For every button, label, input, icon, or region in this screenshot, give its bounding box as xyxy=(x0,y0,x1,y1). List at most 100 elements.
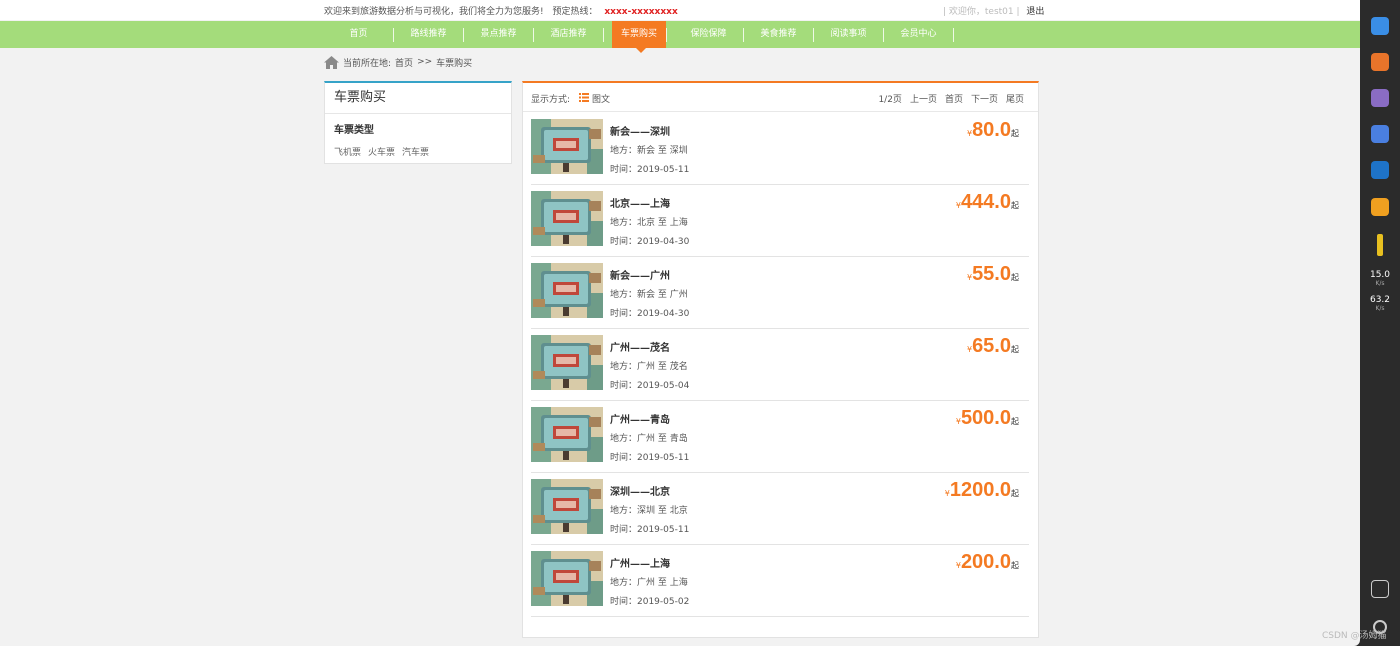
ticket-thumbnail[interactable] xyxy=(531,263,603,318)
logout-link[interactable]: 退出 xyxy=(1026,7,1044,17)
ticket-title[interactable]: 广州——上海 xyxy=(610,555,670,570)
hotline-number: xxxx-xxxxxxxx xyxy=(604,7,678,17)
breadcrumb-home[interactable]: 首页 xyxy=(395,56,413,69)
download-speed-value: 63.2 xyxy=(1369,295,1391,305)
ticket-price: ¥500.0起 xyxy=(956,407,1019,430)
upload-speed: 15.0 K/s xyxy=(1360,270,1400,287)
welcome-message: 欢迎来到旅游数据分析与可视化，我们将全力为您服务! 预定热线： xxxx-xxx… xyxy=(324,4,678,17)
nav-item[interactable]: 景点推荐 xyxy=(464,21,534,48)
ticket-row[interactable]: 广州——青岛 地方：广州 至 青岛 时间：2019-05-11 ¥500.0起 xyxy=(531,401,1029,473)
welcome-text: 欢迎来到旅游数据分析与可视化，我们将全力为您服务! xyxy=(324,7,544,17)
breadcrumb-current: 车票购买 xyxy=(436,58,473,69)
tag-icon[interactable] xyxy=(1371,17,1389,35)
price-suffix: 起 xyxy=(1011,345,1019,354)
breadcrumb-separator: >> xyxy=(417,57,433,67)
copilot-icon[interactable] xyxy=(1371,125,1389,143)
ticket-row[interactable]: 新会——广州 地方：新会 至 广州 时间：2019-04-30 ¥55.0起 xyxy=(531,257,1029,329)
ticket-route: 地方：新会 至 广州 xyxy=(610,290,688,300)
ticket-title[interactable]: 北京——上海 xyxy=(610,195,670,210)
ticket-route: 地方：新会 至 深圳 xyxy=(610,146,688,156)
screenshot-icon[interactable] xyxy=(1371,580,1389,598)
ticket-thumbnail[interactable] xyxy=(531,119,603,174)
ticket-title[interactable]: 深圳——北京 xyxy=(610,483,670,498)
nav-item[interactable]: 车票购买 xyxy=(612,21,667,53)
ticket-list: 新会——深圳 地方：新会 至 深圳 时间：2019-05-11 ¥80.0起 北… xyxy=(531,113,1029,617)
last-page-link[interactable]: 尾页 xyxy=(1006,92,1024,105)
price-suffix: 起 xyxy=(1011,561,1019,570)
list-icon[interactable] xyxy=(579,92,590,105)
ticket-date: 时间：2019-05-04 xyxy=(610,381,690,391)
ticket-thumbnail[interactable] xyxy=(531,407,603,462)
ticket-list-panel: 显示方式: 图文 1/2页 上一页 首页 下一页 尾页 新会——深圳 地方：新会… xyxy=(522,81,1039,638)
nav-item[interactable]: 首页 xyxy=(324,21,394,48)
ticket-thumbnail[interactable] xyxy=(531,479,603,534)
price-value: 500.0 xyxy=(960,407,1011,429)
ticket-price: ¥444.0起 xyxy=(956,191,1019,214)
pagination: 1/2页 上一页 首页 下一页 尾页 xyxy=(878,92,1024,105)
price-suffix: 起 xyxy=(1011,489,1019,498)
sidebar-title: 车票购买 xyxy=(325,83,511,114)
nav-items: 首页 路线推荐 景点推荐 酒店推荐 车票购买 保险保障 美食推荐 阅读事项 会员中心 xyxy=(324,21,954,53)
people-icon[interactable] xyxy=(1371,89,1389,107)
sidebar-subtitle: 车票类型 xyxy=(334,125,374,136)
download-speed: 63.2 K/s xyxy=(1360,295,1400,312)
ticket-row[interactable]: 广州——茂名 地方：广州 至 茂名 时间：2019-05-04 ¥65.0起 xyxy=(531,329,1029,401)
outlook-icon[interactable] xyxy=(1371,161,1389,179)
ticket-row[interactable]: 深圳——北京 地方：深圳 至 北京 时间：2019-05-11 ¥1200.0起 xyxy=(531,473,1029,545)
ticket-date: 时间：2019-05-02 xyxy=(610,597,690,607)
nav-item[interactable]: 阅读事项 xyxy=(814,21,884,48)
ticket-price: ¥65.0起 xyxy=(967,335,1019,358)
ticket-thumbnail-art xyxy=(531,551,603,606)
divider xyxy=(523,111,1038,112)
ticket-price: ¥1200.0起 xyxy=(945,479,1019,502)
nav-item[interactable]: 酒店推荐 xyxy=(534,21,604,48)
shield-icon[interactable] xyxy=(1371,198,1389,216)
hotline-label: 预定热线： xyxy=(552,7,598,17)
ticket-thumbnail[interactable] xyxy=(531,551,603,606)
breadcrumb-prefix: 当前所在地: xyxy=(343,58,392,69)
price-suffix: 起 xyxy=(1011,417,1019,426)
ticket-thumbnail-art xyxy=(531,335,603,390)
ticket-thumbnail-art xyxy=(531,263,603,318)
first-page-link[interactable]: 首页 xyxy=(945,92,963,105)
display-toolbar: 显示方式: 图文 xyxy=(531,92,610,105)
page-info: 1/2页 xyxy=(878,95,902,105)
ticket-thumbnail-art xyxy=(531,407,603,462)
ticket-thumbnail-art xyxy=(531,191,603,246)
nav-item[interactable]: 会员中心 xyxy=(884,21,954,48)
nav-item[interactable]: 保险保障 xyxy=(674,21,744,48)
ticket-type-flight[interactable]: 飞机票 xyxy=(334,145,361,158)
right-side-dock: 15.0 K/s 63.2 K/s xyxy=(1360,0,1400,646)
ticket-row[interactable]: 新会——深圳 地方：新会 至 深圳 时间：2019-05-11 ¥80.0起 xyxy=(531,113,1029,185)
nav-item[interactable]: 美食推荐 xyxy=(744,21,814,48)
browser-page: 欢迎来到旅游数据分析与可视化，我们将全力为您服务! 预定热线： xxxx-xxx… xyxy=(0,0,1360,646)
top-bar: 欢迎来到旅游数据分析与可视化，我们将全力为您服务! 预定热线： xxxx-xxx… xyxy=(0,0,1360,20)
ticket-title[interactable]: 广州——青岛 xyxy=(610,411,670,426)
ticket-thumbnail-art xyxy=(531,119,603,174)
nav-item[interactable]: 路线推荐 xyxy=(394,21,464,48)
ticket-type-bus[interactable]: 汽车票 xyxy=(402,145,429,158)
ticket-thumbnail[interactable] xyxy=(531,191,603,246)
ticket-date: 时间：2019-05-11 xyxy=(610,453,690,463)
price-suffix: 起 xyxy=(1011,201,1019,210)
display-mode-label[interactable]: 图文 xyxy=(592,92,610,105)
breadcrumb: 当前所在地: 首页 >> 车票购买 xyxy=(324,55,476,69)
ticket-title[interactable]: 广州——茂名 xyxy=(610,339,670,354)
ticket-row[interactable]: 广州——上海 地方：广州 至 上海 时间：2019-05-02 ¥200.0起 xyxy=(531,545,1029,617)
briefcase-icon[interactable] xyxy=(1371,53,1389,71)
prev-page-link[interactable]: 上一页 xyxy=(910,92,937,105)
user-bar: | 欢迎你，test01 | 退出 xyxy=(943,4,1044,17)
ticket-thumbnail[interactable] xyxy=(531,335,603,390)
next-page-link[interactable]: 下一页 xyxy=(971,92,998,105)
ticket-title[interactable]: 新会——广州 xyxy=(610,267,670,282)
sidebar: 车票购买 车票类型 飞机票 火车票 汽车票 xyxy=(324,81,512,164)
price-value: 55.0 xyxy=(972,263,1011,285)
meter-icon xyxy=(1377,234,1383,256)
display-label: 显示方式: xyxy=(531,95,571,105)
ticket-row[interactable]: 北京——上海 地方：北京 至 上海 时间：2019-04-30 ¥444.0起 xyxy=(531,185,1029,257)
ticket-type-links: 飞机票 火车票 汽车票 xyxy=(325,145,511,158)
upload-speed-unit: K/s xyxy=(1375,280,1385,287)
ticket-route: 地方：深圳 至 北京 xyxy=(610,506,688,516)
ticket-title[interactable]: 新会——深圳 xyxy=(610,123,670,138)
ticket-type-train[interactable]: 火车票 xyxy=(368,145,395,158)
